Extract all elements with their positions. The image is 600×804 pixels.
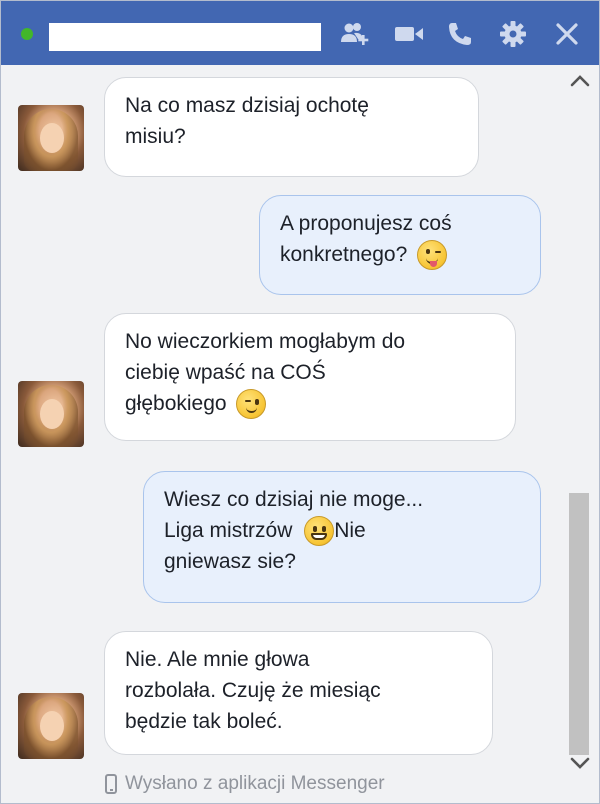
settings-icon[interactable] [497,19,529,49]
tongue-wink-emoji [417,240,448,271]
message-line-with-emoji: konkretnego? [280,239,520,271]
wink-emoji [236,389,267,420]
contact-avatar[interactable] [18,105,84,171]
phone-call-icon[interactable] [444,19,476,49]
message-line: gniewasz sie? [164,550,296,574]
message-line: A proponujesz coś [280,212,452,235]
message-line: ciebię wpaść na COŚ [125,361,326,384]
message-line: Wiesz co dzisiaj nie moge... [164,488,424,511]
scroll-up-button[interactable] [568,69,592,93]
sent-via-note: Wysłano z aplikacji Messenger [105,773,385,795]
message-line: rozbolała. Czuję że miesiąc [125,679,381,702]
contact-avatar[interactable] [18,381,84,447]
online-status-icon [21,28,33,40]
message-line: Nie [334,519,366,542]
message-list: Na co masz dzisiaj ochotę misiu? A propo… [1,65,561,803]
chat-window: Na co masz dzisiaj ochotę misiu? A propo… [0,0,600,804]
message-line: No wieczorkiem mogłabym do [125,330,406,353]
message-line: Na co masz dzisiaj ochotę [125,94,369,117]
scrollbar[interactable] [564,65,596,803]
message-line: Liga mistrzów [164,519,293,542]
video-call-icon[interactable] [393,19,425,49]
chat-header [1,1,599,65]
close-icon[interactable] [551,19,583,49]
contact-name-redacted[interactable] [49,23,321,51]
message-bubble-incoming: No wieczorkiem mogłabym do ciebię wpaść … [104,313,516,441]
scroll-down-button[interactable] [568,751,592,775]
message-line: będzie tak boleć. [125,710,283,733]
grin-emoji [304,516,335,547]
contact-avatar[interactable] [18,693,84,759]
message-line: głębokiego [125,392,227,415]
message-line-with-emoji: Liga mistrzów Nie [164,515,520,547]
message-line-with-emoji: głębokiego [125,388,495,420]
message-bubble-incoming: Na co masz dzisiaj ochotę misiu? [104,77,479,177]
add-friend-icon[interactable] [339,19,371,49]
message-bubble-incoming: Nie. Ale mnie głowa rozbolała. Czuję że … [104,631,493,755]
message-bubble-outgoing: A proponujesz coś konkretnego? [259,195,541,295]
message-bubble-outgoing: Wiesz co dzisiaj nie moge... Liga mistrz… [143,471,541,603]
message-line: Nie. Ale mnie głowa [125,648,310,671]
scroll-thumb[interactable] [569,493,589,755]
message-line: konkretnego? [280,243,408,266]
sent-via-text: Wysłano z aplikacji Messenger [125,773,385,794]
message-line: misiu? [125,125,186,148]
mobile-phone-icon [105,774,117,794]
